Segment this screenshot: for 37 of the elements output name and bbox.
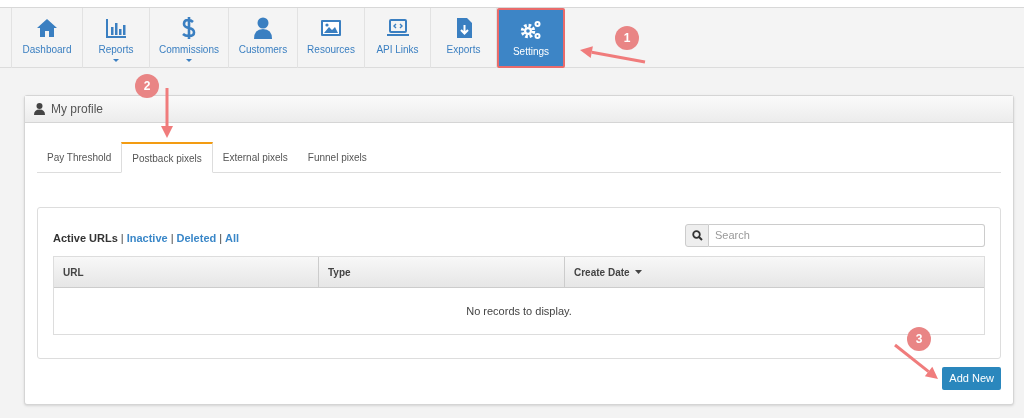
tab[interactable]: Pay Threshold bbox=[37, 142, 122, 173]
search-field[interactable]: Search bbox=[709, 223, 985, 247]
gears-icon bbox=[520, 19, 542, 41]
filter-link[interactable]: Active URLs bbox=[53, 230, 118, 247]
nav-item[interactable]: Commissions bbox=[149, 8, 229, 68]
separator: | bbox=[120, 231, 124, 247]
annotation-arrow bbox=[580, 46, 646, 64]
filter-link[interactable]: Inactive bbox=[126, 230, 168, 247]
tab[interactable]: Funnel pixels bbox=[297, 142, 377, 173]
separator: | bbox=[170, 231, 174, 247]
annotation-arrow bbox=[894, 343, 938, 379]
nav-item[interactable]: Resources bbox=[297, 8, 365, 68]
empty-message: No records to display. bbox=[466, 304, 572, 320]
tab[interactable]: External pixels bbox=[212, 142, 298, 173]
house-icon bbox=[36, 17, 58, 39]
filter-link[interactable]: All bbox=[225, 230, 240, 247]
nav-item[interactable]: API Links bbox=[364, 8, 431, 68]
column-header[interactable]: Create Date bbox=[565, 257, 984, 287]
bar-chart-icon bbox=[105, 17, 127, 39]
nav-item[interactable]: Settings bbox=[497, 8, 565, 68]
filter-link[interactable]: Deleted bbox=[176, 230, 217, 247]
annotation-arrow bbox=[161, 88, 173, 138]
panel-title: My profile bbox=[51, 101, 103, 118]
tab[interactable]: Postback pixels bbox=[121, 142, 213, 173]
user-icon bbox=[252, 17, 274, 39]
nav-item[interactable]: Customers bbox=[228, 8, 298, 68]
nav-item[interactable]: Dashboard bbox=[11, 8, 83, 68]
separator: | bbox=[219, 231, 223, 247]
laptop-icon bbox=[386, 17, 409, 39]
search-icon bbox=[691, 229, 703, 241]
column-header[interactable]: URL bbox=[54, 257, 319, 287]
callout-badge: 2 bbox=[135, 74, 159, 98]
image-icon bbox=[320, 17, 342, 39]
user-icon bbox=[34, 103, 45, 115]
nav-item[interactable]: Reports bbox=[82, 8, 150, 68]
column-header[interactable]: Type bbox=[319, 257, 565, 287]
add-new-button[interactable]: Add New bbox=[942, 367, 1001, 390]
